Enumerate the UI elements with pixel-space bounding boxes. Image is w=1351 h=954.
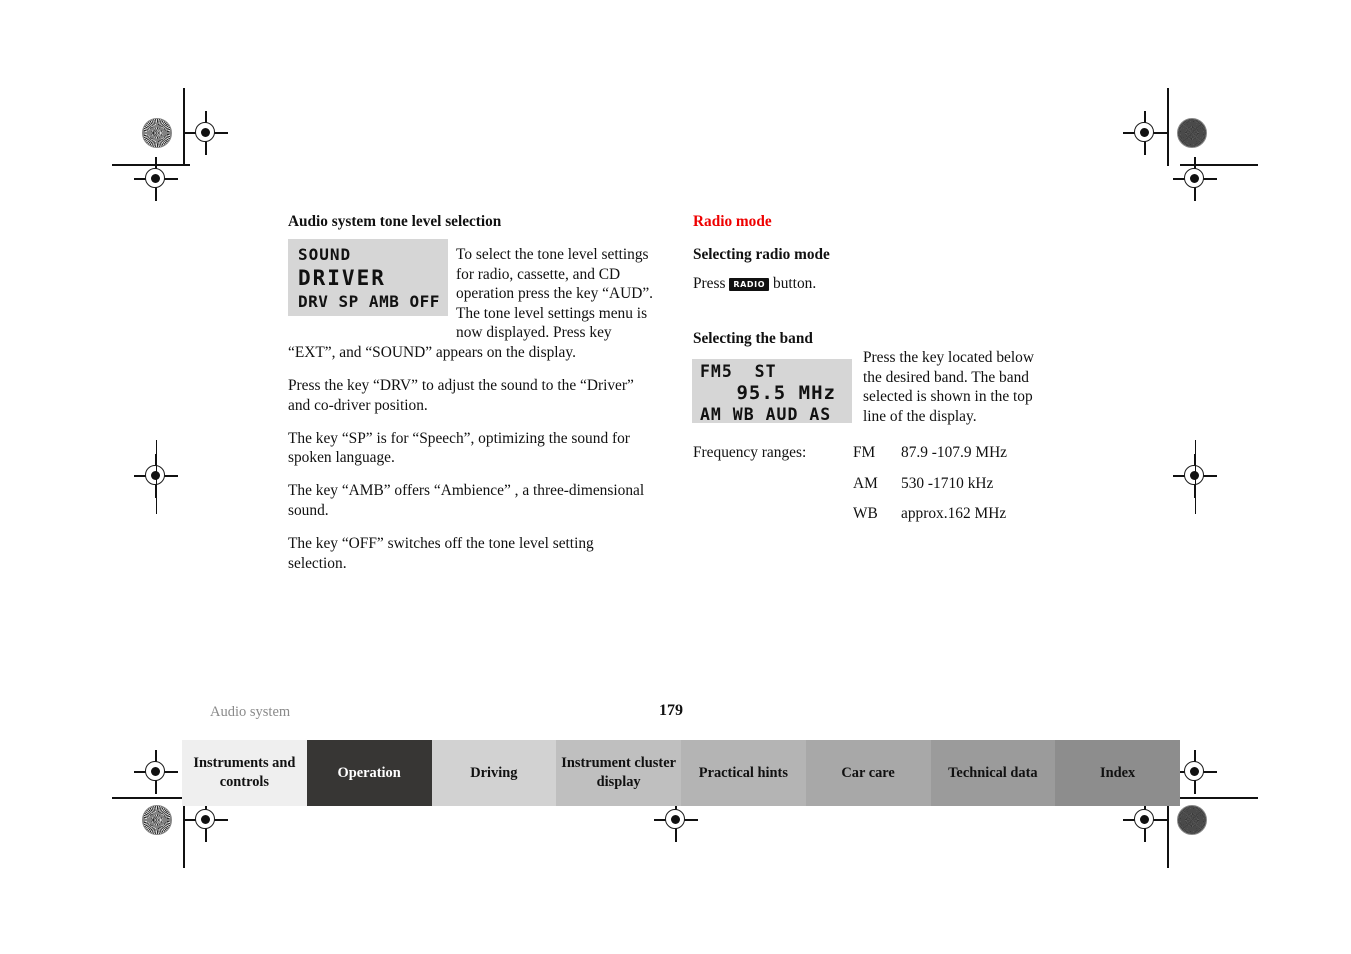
section-tab-bar: Instruments and controls Operation Drivi… (182, 740, 1180, 806)
page-number: 179 (659, 702, 683, 719)
band-name-am: AM (853, 474, 878, 492)
press-radio-button-paragraph: Press RADIO button. (693, 274, 1063, 294)
tab-practical-hints[interactable]: Practical hints (681, 740, 806, 806)
tab-label: Instruments and controls (193, 755, 296, 790)
press-prefix-text: Press (693, 275, 726, 292)
off-key-paragraph: The key “OFF” switches off the tone leve… (288, 535, 594, 572)
radio-mode-heading: Radio mode (693, 213, 772, 230)
trim-line-top-left-vertical (183, 88, 185, 166)
print-density-patch-bottom-right (1177, 805, 1207, 835)
tab-label: Instrument cluster display (561, 755, 676, 790)
band-range-wb: approx.162 MHz (901, 505, 1007, 523)
trim-line-middle-right (1194, 440, 1196, 514)
tab-label: Driving (470, 764, 518, 781)
tab-car-care[interactable]: Car care (805, 740, 931, 806)
band-selection-paragraph: Press the key located below the desired … (863, 349, 1034, 425)
tab-instrument-cluster-display[interactable]: Instrument cluster display (556, 740, 681, 806)
print-rosette-top-left (142, 118, 172, 148)
selecting-the-band-subheading: Selecting the band (693, 330, 813, 347)
tab-index[interactable]: Index (1055, 740, 1180, 806)
band-range-am: 530 -1710 kHz (901, 474, 994, 492)
tab-label: Technical data (948, 764, 1038, 781)
spacer-cell (693, 504, 853, 535)
sound-menu-lcd-display: SOUND DRIVER DRV SP AMB OFF (288, 239, 448, 316)
band-name-wb: WB (853, 505, 878, 523)
registration-mark-upper-left (134, 157, 178, 201)
left-column-heading: Audio system tone level selection (288, 213, 502, 230)
frequency-ranges-label: Frequency ranges: (693, 444, 807, 461)
band-range-fm: 87.9 -107.9 MHz (901, 444, 1008, 461)
print-rosette-bottom-left (142, 805, 172, 835)
trim-line-top-right-vertical (1167, 88, 1169, 166)
radio-band-lcd-display: FM5 ST 95.5 MHz AM WB AUD AS (692, 359, 852, 424)
frequency-ranges-table: Frequency ranges: FM 87.9 -107.9 MHz AM … (693, 443, 1007, 535)
registration-mark-top-left (184, 111, 228, 155)
registration-mark-upper-right (1173, 157, 1217, 201)
print-density-patch-top-right (1177, 118, 1207, 148)
tab-label: Operation (337, 764, 401, 781)
tab-technical-data[interactable]: Technical data (930, 740, 1056, 806)
sp-key-paragraph: The key “SP” is for “Speech”, optimizing… (288, 429, 630, 467)
trim-line-bottom-left-horizontal (112, 797, 190, 799)
lcd-radio-line-1: FM5 ST (700, 362, 777, 381)
amb-key-paragraph: The key “AMB” offers “Ambience” , a thre… (288, 482, 645, 520)
radio-key-icon[interactable]: RADIO (729, 278, 770, 291)
lcd-sound-line-2: DRIVER (298, 266, 386, 290)
manual-page: Audio system tone level selection To sel… (0, 0, 1351, 954)
selecting-radio-mode-subheading: Selecting radio mode (693, 246, 830, 263)
trim-line-bottom-left-vertical (183, 798, 185, 868)
tab-label: Car care (841, 764, 895, 781)
lcd-radio-line-2: 95.5 MHz (736, 382, 836, 404)
registration-mark-lower-left (134, 750, 178, 794)
footer-section-label: Audio system (210, 704, 291, 720)
trim-line-middle-left (155, 440, 157, 514)
table-row: Frequency ranges: FM 87.9 -107.9 MHz (693, 443, 1007, 474)
right-column-top: Radio mode Selecting radio mode Press RA… (693, 212, 1063, 294)
tab-driving[interactable]: Driving (431, 740, 557, 806)
lcd-sound-line-1: SOUND (298, 245, 352, 264)
registration-mark-top-right (1123, 111, 1167, 155)
press-suffix-text: button. (773, 275, 817, 292)
band-name-fm: FM (853, 444, 876, 461)
selecting-band-subheading-wrap: Selecting the band (693, 329, 1063, 348)
lcd-radio-line-3: AM WB AUD AS (700, 405, 832, 424)
band-selection-paragraph-wrap: Press the key located below the desired … (863, 348, 1055, 426)
tab-label: Index (1100, 764, 1136, 781)
tab-label: Practical hints (698, 764, 788, 781)
table-row: AM 530 -1710 kHz (693, 474, 1007, 505)
trim-line-bottom-right-horizontal (1180, 797, 1258, 799)
tab-instruments-and-controls[interactable]: Instruments and controls (182, 740, 307, 806)
drv-key-paragraph: Press the key “DRV” to adjust the sound … (288, 377, 634, 414)
table-row: WB approx.162 MHz (693, 504, 1007, 535)
spacer-cell (693, 474, 853, 505)
trim-line-bottom-right-vertical (1167, 798, 1169, 868)
tab-operation[interactable]: Operation (306, 740, 432, 806)
lcd-sound-line-3: DRV SP AMB OFF (298, 292, 440, 311)
